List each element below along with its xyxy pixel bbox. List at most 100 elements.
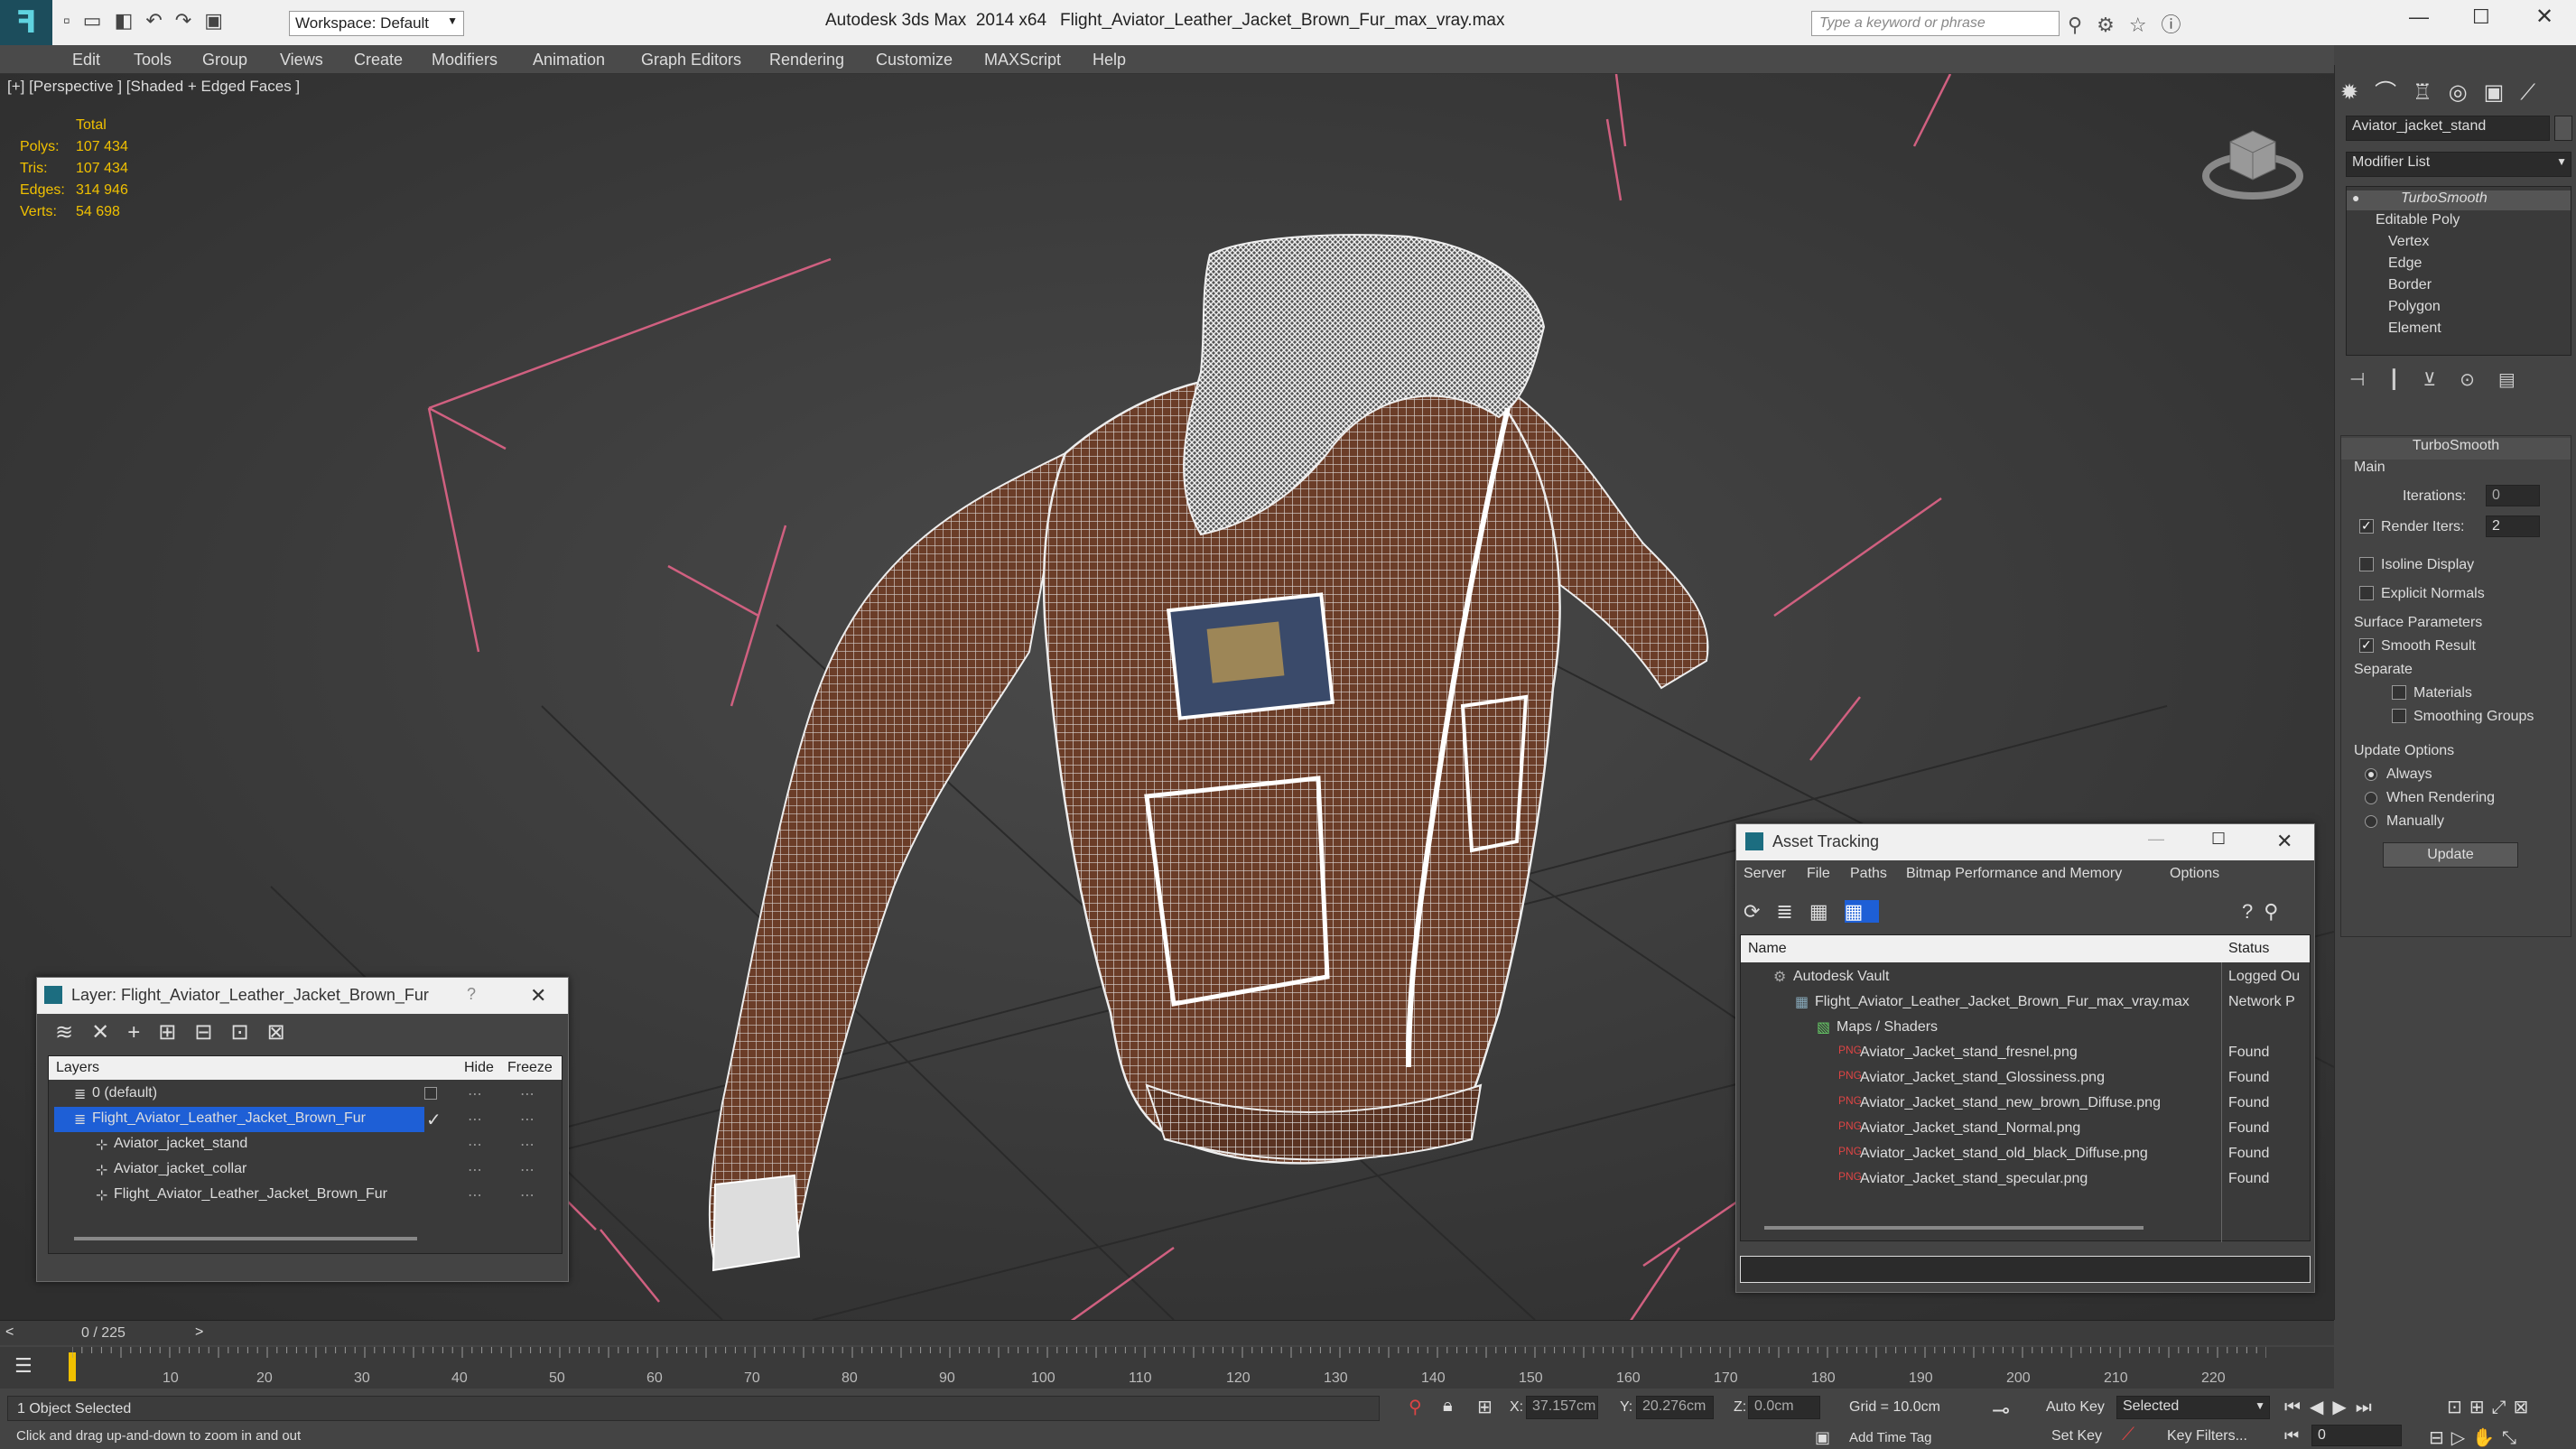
menu-rendering[interactable]: Rendering bbox=[769, 51, 844, 70]
close-button[interactable]: ✕ bbox=[2535, 4, 2553, 30]
menu-edit[interactable]: Edit bbox=[72, 51, 100, 70]
col-hide[interactable]: Hide bbox=[464, 1060, 494, 1076]
menu-modifiers[interactable]: Modifiers bbox=[432, 51, 498, 70]
modifier-stack-editable-poly[interactable]: Editable Poly bbox=[2376, 212, 2460, 228]
hide-toggle[interactable]: ⋯ bbox=[468, 1186, 482, 1204]
add-time-tag-icon[interactable]: ▣ bbox=[1815, 1428, 1830, 1447]
freeze-toggle[interactable]: ⋯ bbox=[520, 1186, 535, 1204]
freeze-toggle[interactable]: ⋯ bbox=[520, 1136, 535, 1154]
render-iters-checkbox[interactable] bbox=[2359, 518, 2374, 534]
maximize-button[interactable]: ☐ bbox=[2472, 5, 2490, 29]
minimize-icon[interactable]: — bbox=[2148, 830, 2164, 849]
asset-row-map[interactable]: PNG Aviator_Jacket_stand_new_brown_Diffu… bbox=[1741, 1091, 2310, 1116]
render-iters-spinner[interactable]: 2 bbox=[2486, 516, 2540, 537]
checkmark-icon[interactable]: ✓ bbox=[426, 1109, 442, 1131]
absolute-mode-icon[interactable]: ⊞ bbox=[1477, 1396, 1493, 1418]
asset-window-titlebar[interactable]: Asset Tracking — ☐ ✕ bbox=[1736, 824, 2314, 860]
layer-object-row[interactable]: ⊹ Aviator_jacket_stand ⋯ ⋯ bbox=[49, 1132, 562, 1157]
modifier-stack-vertex[interactable]: Vertex bbox=[2388, 234, 2429, 250]
hide-toggle[interactable]: ⋯ bbox=[468, 1136, 482, 1154]
object-name-field[interactable]: Aviator_jacket_stand bbox=[2346, 116, 2550, 141]
goto-start-icon[interactable]: ⏮ bbox=[2284, 1426, 2299, 1445]
update-button[interactable]: Update bbox=[2383, 842, 2518, 868]
hide-toggle[interactable]: ⋯ bbox=[468, 1110, 482, 1129]
menu-graph-editors[interactable]: Graph Editors bbox=[641, 51, 741, 70]
iterations-spinner[interactable]: 0 bbox=[2486, 485, 2540, 506]
pin-icon[interactable]: ⚲ bbox=[1409, 1396, 1422, 1418]
asset-menu-file[interactable]: File bbox=[1807, 866, 1830, 882]
object-color-swatch[interactable] bbox=[2554, 116, 2572, 141]
menu-group[interactable]: Group bbox=[202, 51, 247, 70]
materials-checkbox[interactable] bbox=[2392, 685, 2406, 700]
rollout-title[interactable]: TurboSmooth bbox=[2341, 438, 2571, 460]
set-key-icon[interactable]: ⟋ bbox=[2122, 1425, 2134, 1445]
key-set-dropdown[interactable]: Selected ▼ bbox=[2116, 1396, 2270, 1419]
col-layers[interactable]: Layers bbox=[56, 1060, 99, 1076]
menu-create[interactable]: Create bbox=[354, 51, 403, 70]
modifier-stack[interactable]: TurboSmooth ● Editable Poly Vertex Edge … bbox=[2346, 186, 2571, 356]
prev-frame-icon[interactable]: < bbox=[5, 1324, 14, 1341]
horizontal-scrollbar[interactable] bbox=[1764, 1226, 2144, 1230]
explicit-normals-checkbox[interactable] bbox=[2359, 586, 2374, 600]
frame-counter[interactable]: 0 / 225 bbox=[81, 1325, 126, 1342]
always-radio[interactable] bbox=[2365, 768, 2377, 781]
asset-menu-paths[interactable]: Paths bbox=[1850, 866, 1887, 882]
navigation-icons-2[interactable]: ⊟▷✋⤡ bbox=[2429, 1426, 2524, 1449]
menu-customize[interactable]: Customize bbox=[876, 51, 953, 70]
smoothing-groups-checkbox[interactable] bbox=[2392, 709, 2406, 723]
layer-row[interactable]: ≣ 0 (default) ⋯ ⋯ bbox=[49, 1082, 562, 1107]
freeze-toggle[interactable]: ⋯ bbox=[520, 1085, 535, 1103]
asset-row-map[interactable]: PNG Aviator_Jacket_stand_Glossiness.png … bbox=[1741, 1065, 2310, 1091]
layer-object-row[interactable]: ⊹ Flight_Aviator_Leather_Jacket_Brown_Fu… bbox=[49, 1183, 562, 1208]
modifier-stack-polygon[interactable]: Polygon bbox=[2388, 299, 2441, 315]
menu-views[interactable]: Views bbox=[280, 51, 323, 70]
asset-menu-server[interactable]: Server bbox=[1744, 866, 1786, 882]
menu-tools[interactable]: Tools bbox=[134, 51, 172, 70]
asset-toolbar[interactable]: ⟳≣▦▦ bbox=[1744, 900, 1880, 924]
maximize-icon[interactable]: ☐ bbox=[2211, 830, 2226, 849]
minimize-button[interactable]: — bbox=[2409, 5, 2429, 29]
layer-object-row[interactable]: ⊹ Aviator_jacket_collar ⋯ ⋯ bbox=[49, 1157, 562, 1183]
asset-path-field[interactable] bbox=[1740, 1256, 2311, 1283]
menu-help[interactable]: Help bbox=[1093, 51, 1126, 70]
navigation-icons[interactable]: ⊡⊞⤢⊠ bbox=[2447, 1396, 2535, 1418]
freeze-toggle[interactable]: ⋯ bbox=[520, 1110, 535, 1129]
layer-window-titlebar[interactable]: Layer: Flight_Aviator_Leather_Jacket_Bro… bbox=[37, 978, 568, 1014]
stack-tools-icons[interactable]: ⊣┃⊻⊙▤ bbox=[2349, 368, 2571, 391]
freeze-toggle[interactable]: ⋯ bbox=[520, 1161, 535, 1179]
menu-maxscript[interactable]: MAXScript bbox=[984, 51, 1061, 70]
col-freeze[interactable]: Freeze bbox=[507, 1060, 553, 1076]
infocenter-icons[interactable]: ⚲⚙☆ⓘ bbox=[2068, 9, 2196, 38]
current-frame-field[interactable]: 0 bbox=[2311, 1425, 2402, 1446]
asset-row-vault[interactable]: ⚙ Autodesk Vault Logged Ou bbox=[1741, 964, 2310, 989]
add-time-tag[interactable]: Add Time Tag bbox=[1849, 1430, 1931, 1445]
auto-key-button[interactable]: Auto Key bbox=[2046, 1399, 2105, 1416]
asset-row-maps-folder[interactable]: ▧ Maps / Shaders bbox=[1741, 1015, 2310, 1040]
modifier-stack-turbosmooth[interactable]: TurboSmooth bbox=[2347, 190, 2571, 210]
manually-radio[interactable] bbox=[2365, 815, 2377, 828]
asset-row-scene-file[interactable]: ▦ Flight_Aviator_Leather_Jacket_Brown_Fu… bbox=[1741, 989, 2310, 1015]
modifier-stack-element[interactable]: Element bbox=[2388, 320, 2441, 337]
command-panel-tabs[interactable]: ✹⌒♖◎▣⟋ bbox=[2340, 74, 2571, 105]
close-icon[interactable]: ✕ bbox=[2276, 830, 2292, 853]
when-rendering-radio[interactable] bbox=[2365, 792, 2377, 804]
isoline-display-checkbox[interactable] bbox=[2359, 557, 2374, 571]
col-status[interactable]: Status bbox=[2228, 941, 2269, 957]
asset-row-map[interactable]: PNG Aviator_Jacket_stand_old_black_Diffu… bbox=[1741, 1141, 2310, 1166]
layer-row-selected[interactable]: ≣ Flight_Aviator_Leather_Jacket_Brown_Fu… bbox=[49, 1107, 562, 1132]
x-coordinate-field[interactable]: 37.157cm bbox=[1526, 1396, 1598, 1419]
modifier-stack-edge[interactable]: Edge bbox=[2388, 255, 2422, 272]
hide-toggle[interactable]: ⋯ bbox=[468, 1085, 482, 1103]
viewport-label[interactable]: [+] [Perspective ] [Shaded + Edged Faces… bbox=[7, 78, 300, 96]
app-logo-icon[interactable]: ꟻ bbox=[0, 0, 52, 45]
y-coordinate-field[interactable]: 20.276cm bbox=[1636, 1396, 1714, 1419]
layer-active-checkbox[interactable] bbox=[424, 1087, 437, 1100]
track-bar[interactable]: ☰ 10 20 30 40 50 60 70 80 90 100 110 120… bbox=[0, 1347, 2334, 1389]
lightbulb-icon[interactable]: ● bbox=[2352, 190, 2359, 205]
workspace-dropdown[interactable]: Workspace: Default ▼ bbox=[289, 11, 464, 36]
smooth-result-checkbox[interactable] bbox=[2359, 637, 2374, 653]
help-icon[interactable]: ? bbox=[467, 985, 476, 1004]
time-slider[interactable]: < 0 / 225 > bbox=[0, 1320, 2334, 1345]
trackbar-toggle-icon[interactable]: ☰ bbox=[14, 1354, 33, 1378]
asset-menu-bitmap[interactable]: Bitmap Performance and Memory bbox=[1906, 866, 2122, 882]
